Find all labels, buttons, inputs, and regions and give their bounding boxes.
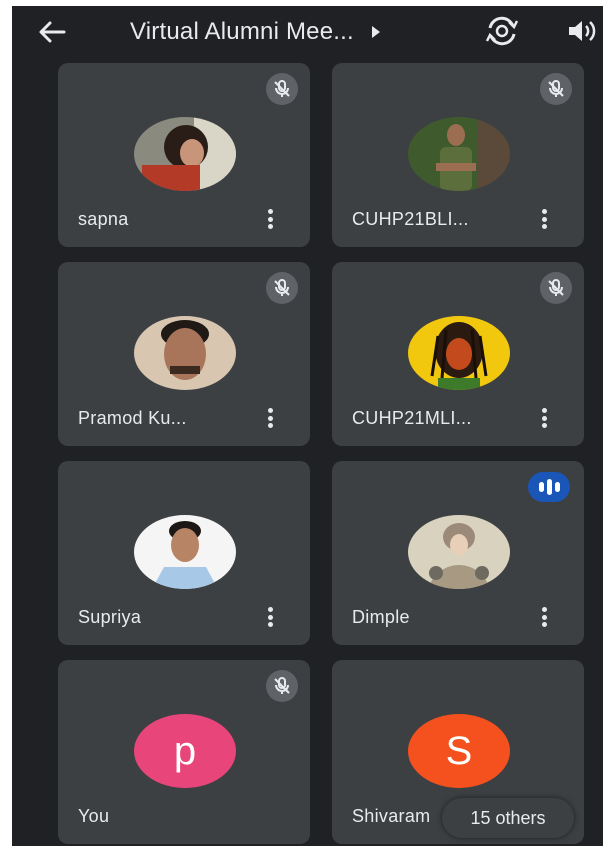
avatar: p — [134, 714, 236, 788]
speaking-indicator — [528, 472, 570, 502]
more-options-button[interactable] — [260, 406, 280, 430]
more-options-button[interactable] — [534, 605, 554, 629]
mic-off-badge — [540, 272, 572, 304]
speaker-icon — [569, 21, 596, 41]
participant-name: Dimple — [352, 607, 410, 627]
switch-camera-button[interactable] — [482, 12, 522, 50]
participant-photo — [134, 316, 236, 390]
participant-name: CUHP21BLI... — [352, 209, 469, 229]
participant-tile[interactable]: Dimple — [332, 461, 584, 645]
top-bar: Virtual Alumni Mee... — [12, 6, 603, 56]
more-options-button[interactable] — [534, 406, 554, 430]
back-button[interactable] — [34, 14, 70, 50]
mic-off-badge — [266, 73, 298, 105]
avatar: S — [408, 714, 510, 788]
chevron-right-icon — [371, 26, 380, 38]
avatar — [408, 316, 510, 390]
participant-tile[interactable]: Pramod Ku... — [58, 262, 310, 446]
more-options-button[interactable] — [534, 207, 554, 231]
participant-photo — [408, 316, 510, 390]
meeting-title: Virtual Alumni Mee... — [130, 18, 354, 45]
participant-tile[interactable]: sapna — [58, 63, 310, 247]
participant-photo — [134, 117, 236, 191]
speaker-button[interactable] — [564, 12, 600, 50]
participant-photo — [134, 515, 236, 589]
participant-name: Shivaram — [352, 806, 431, 826]
participant-photo — [408, 117, 510, 191]
mic-off-badge — [266, 670, 298, 702]
arrow-left-icon — [39, 21, 66, 43]
more-options-button[interactable] — [260, 207, 280, 231]
mic-off-icon — [274, 677, 290, 694]
participant-name: Supriya — [78, 607, 142, 627]
participant-photo — [408, 515, 510, 589]
participant-name: CUHP21MLI... — [352, 408, 472, 428]
avatar — [134, 316, 236, 390]
mic-off-icon — [548, 80, 564, 97]
mic-off-icon — [274, 80, 290, 97]
participant-name: Pramod Ku... — [78, 408, 187, 428]
more-options-button[interactable] — [260, 605, 280, 629]
participant-tile-self[interactable]: p You — [58, 660, 310, 844]
mic-off-icon — [548, 279, 564, 296]
mic-off-icon — [274, 279, 290, 296]
others-chip[interactable]: 15 others — [442, 798, 574, 838]
avatar-initial: p — [173, 728, 197, 773]
meeting-title-button[interactable]: Virtual Alumni Mee... — [130, 14, 380, 50]
mic-off-badge — [540, 73, 572, 105]
switch-camera-icon — [485, 16, 519, 46]
avatar-initial: S — [445, 728, 473, 773]
participant-tile[interactable]: CUHP21MLI... — [332, 262, 584, 446]
avatar — [134, 515, 236, 589]
participant-name: sapna — [78, 209, 129, 229]
participant-name: You — [78, 806, 110, 826]
avatar — [408, 117, 510, 191]
participant-tile[interactable]: CUHP21BLI... — [332, 63, 584, 247]
avatar — [134, 117, 236, 191]
participant-tile[interactable]: Supriya — [58, 461, 310, 645]
mic-off-badge — [266, 272, 298, 304]
avatar — [408, 515, 510, 589]
meet-call-screen: Virtual Alumni Mee... sapna CUHP21BLI...… — [12, 6, 603, 846]
